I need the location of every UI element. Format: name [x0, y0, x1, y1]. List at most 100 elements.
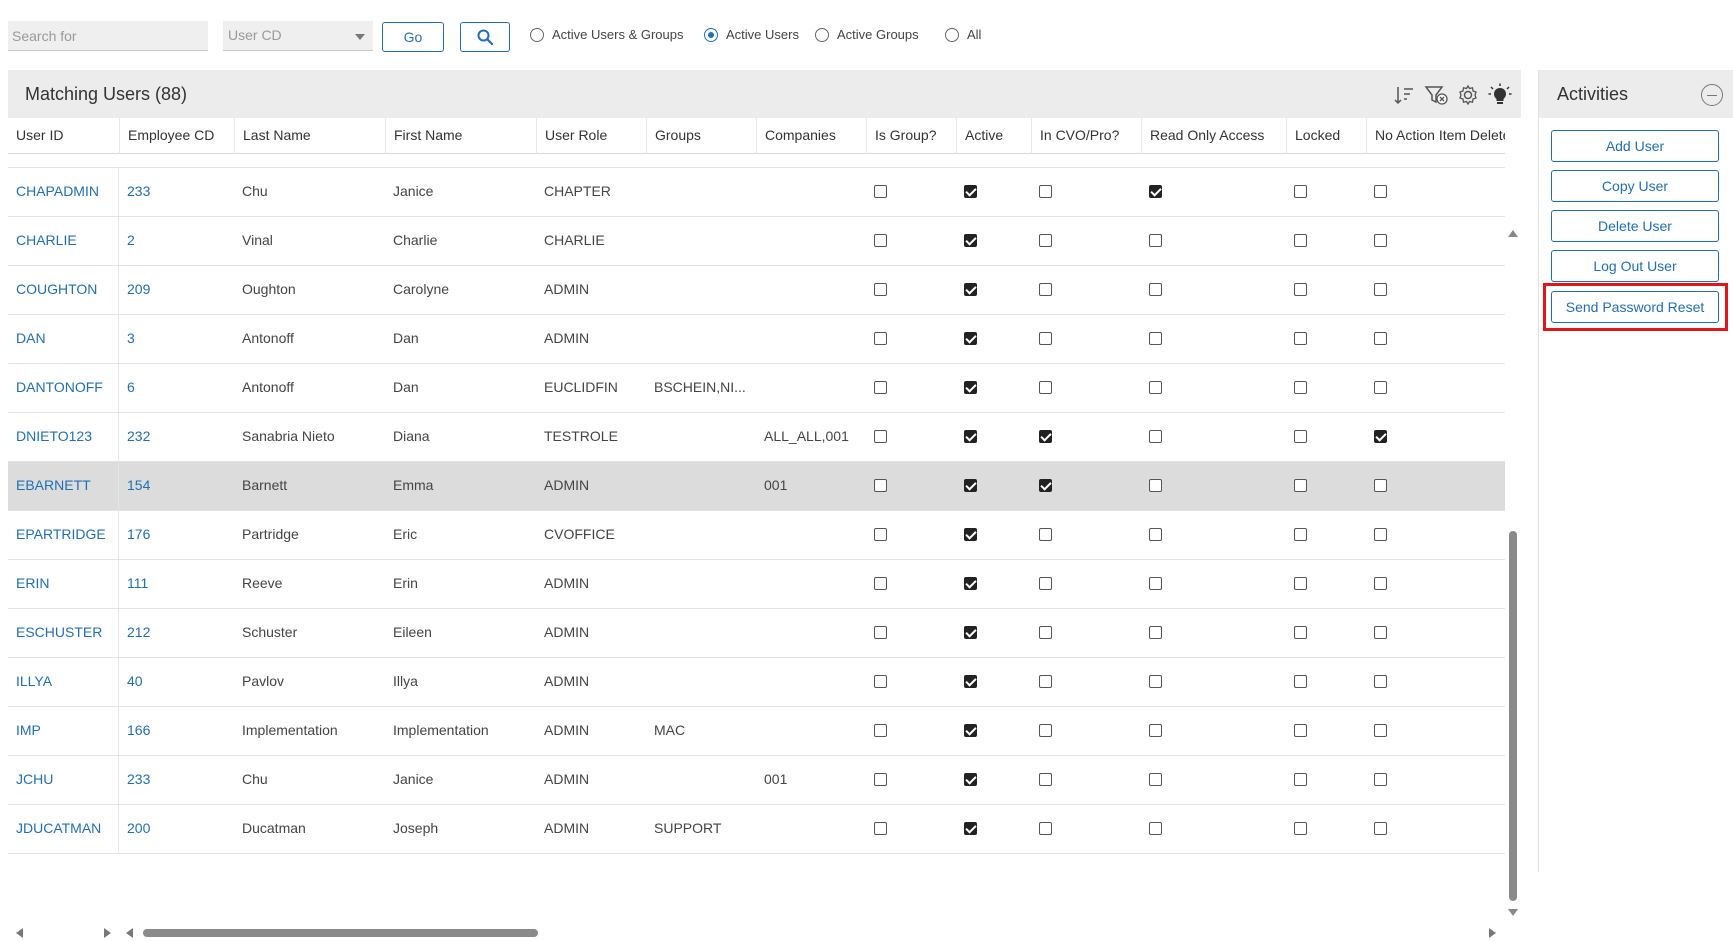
read-only-checkbox[interactable]: [1149, 724, 1162, 737]
locked-checkbox[interactable]: [1294, 822, 1307, 835]
no-action-delete-checkbox[interactable]: [1374, 283, 1387, 296]
add-user-button[interactable]: Add User: [1551, 130, 1719, 162]
user-id-cell[interactable]: ILLYA: [8, 658, 119, 707]
read-only-checkbox[interactable]: [1149, 528, 1162, 541]
employee-cd-cell[interactable]: 233: [119, 756, 234, 805]
in-cvo-checkbox[interactable]: [1039, 381, 1052, 394]
log-out-user-button[interactable]: Log Out User: [1551, 250, 1719, 282]
filter-all[interactable]: All: [945, 27, 981, 42]
in-cvo-checkbox[interactable]: [1039, 283, 1052, 296]
employee-cd-cell[interactable]: 232: [119, 413, 234, 462]
sort-icon[interactable]: [1391, 82, 1417, 108]
user-id-cell[interactable]: EBARNETT: [8, 462, 119, 511]
read-only-checkbox[interactable]: [1149, 626, 1162, 639]
horizontal-scrollbar[interactable]: [8, 924, 1505, 942]
active-checkbox[interactable]: [964, 234, 977, 247]
active-checkbox[interactable]: [964, 479, 977, 492]
copy-user-button[interactable]: Copy User: [1551, 170, 1719, 202]
locked-checkbox[interactable]: [1294, 528, 1307, 541]
user-id-cell[interactable]: IMP: [8, 707, 119, 756]
in-cvo-checkbox[interactable]: [1039, 724, 1052, 737]
user-id-cell[interactable]: COUGHTON: [8, 266, 119, 315]
active-checkbox[interactable]: [964, 773, 977, 786]
is-group-checkbox[interactable]: [874, 332, 887, 345]
table-row[interactable]: JDUCATMAN 200 Ducatman Joseph ADMIN SUPPORT: [8, 805, 1505, 854]
read-only-checkbox[interactable]: [1149, 675, 1162, 688]
column-header-groups[interactable]: Groups: [646, 118, 756, 154]
horizontal-scrollbar-thumb[interactable]: [143, 929, 538, 937]
is-group-checkbox[interactable]: [874, 430, 887, 443]
is-group-checkbox[interactable]: [874, 185, 887, 198]
settings-gear-icon[interactable]: [1455, 82, 1481, 108]
no-action-delete-checkbox[interactable]: [1374, 675, 1387, 688]
employee-cd-cell[interactable]: 40: [119, 658, 234, 707]
filter-active-users[interactable]: Active Users: [704, 27, 799, 42]
table-row[interactable]: ESCHUSTER 212 Schuster Eileen ADMIN: [8, 609, 1505, 658]
no-action-delete-checkbox[interactable]: [1374, 234, 1387, 247]
is-group-checkbox[interactable]: [874, 822, 887, 835]
in-cvo-checkbox[interactable]: [1039, 430, 1052, 443]
table-row[interactable]: IMP 166 Implementation Implementation ADMIN M…: [8, 707, 1505, 756]
user-id-cell[interactable]: JCHU: [8, 756, 119, 805]
scroll-right-arrow-icon[interactable]: [1489, 928, 1496, 938]
user-id-cell[interactable]: DNIETO123: [8, 413, 119, 462]
lightbulb-icon[interactable]: [1487, 82, 1513, 108]
scroll-up-arrow-icon[interactable]: [1508, 230, 1518, 237]
table-row[interactable]: CHAPADMIN 233 Chu Janice CHAPTER: [8, 168, 1505, 217]
employee-cd-cell[interactable]: 200: [119, 805, 234, 854]
no-action-delete-checkbox[interactable]: [1374, 822, 1387, 835]
table-row[interactable]: CHARLIE 2 Vinal Charlie CHARLIE: [8, 217, 1505, 266]
no-action-delete-checkbox[interactable]: [1374, 773, 1387, 786]
is-group-checkbox[interactable]: [874, 626, 887, 639]
column-header-is-group[interactable]: Is Group?: [866, 118, 956, 154]
in-cvo-checkbox[interactable]: [1039, 626, 1052, 639]
active-checkbox[interactable]: [964, 332, 977, 345]
user-id-cell[interactable]: ESCHUSTER: [8, 609, 119, 658]
user-id-cell[interactable]: EPARTRIDGE: [8, 511, 119, 560]
employee-cd-cell[interactable]: 233: [119, 168, 234, 217]
read-only-checkbox[interactable]: [1149, 332, 1162, 345]
is-group-checkbox[interactable]: [874, 528, 887, 541]
filter-active-users-groups[interactable]: Active Users & Groups: [530, 27, 684, 42]
user-id-cell[interactable]: CHAPADMIN: [8, 168, 119, 217]
table-row[interactable]: JCHU 233 Chu Janice ADMIN 001: [8, 756, 1505, 805]
locked-checkbox[interactable]: [1294, 577, 1307, 590]
active-checkbox[interactable]: [964, 822, 977, 835]
employee-cd-cell[interactable]: 166: [119, 707, 234, 756]
in-cvo-checkbox[interactable]: [1039, 773, 1052, 786]
no-action-delete-checkbox[interactable]: [1374, 724, 1387, 737]
locked-checkbox[interactable]: [1294, 675, 1307, 688]
locked-checkbox[interactable]: [1294, 430, 1307, 443]
user-id-cell[interactable]: JDUCATMAN: [8, 805, 119, 854]
in-cvo-checkbox[interactable]: [1039, 675, 1052, 688]
column-header-in-cvo[interactable]: In CVO/Pro?: [1031, 118, 1141, 154]
no-action-delete-checkbox[interactable]: [1374, 626, 1387, 639]
user-id-cell[interactable]: DAN: [8, 315, 119, 364]
read-only-checkbox[interactable]: [1149, 381, 1162, 394]
locked-checkbox[interactable]: [1294, 479, 1307, 492]
in-cvo-checkbox[interactable]: [1039, 528, 1052, 541]
go-button[interactable]: Go: [382, 22, 444, 52]
search-button[interactable]: [460, 22, 510, 52]
column-header-no-action-delete[interactable]: No Action Item Delete: [1366, 118, 1505, 154]
locked-checkbox[interactable]: [1294, 381, 1307, 394]
employee-cd-cell[interactable]: 6: [119, 364, 234, 413]
search-field-select[interactable]: User CD: [223, 21, 373, 51]
is-group-checkbox[interactable]: [874, 381, 887, 394]
read-only-checkbox[interactable]: [1149, 479, 1162, 492]
locked-checkbox[interactable]: [1294, 234, 1307, 247]
in-cvo-checkbox[interactable]: [1039, 479, 1052, 492]
is-group-checkbox[interactable]: [874, 577, 887, 590]
active-checkbox[interactable]: [964, 283, 977, 296]
table-row[interactable]: EBARNETT 154 Barnett Emma ADMIN 001: [8, 462, 1505, 511]
column-header-employee-cd[interactable]: Employee CD: [119, 118, 234, 154]
scroll-left-arrow-icon[interactable]: [126, 928, 133, 938]
in-cvo-checkbox[interactable]: [1039, 822, 1052, 835]
no-action-delete-checkbox[interactable]: [1374, 381, 1387, 394]
table-row[interactable]: COUGHTON 209 Oughton Carolyne ADMIN: [8, 266, 1505, 315]
is-group-checkbox[interactable]: [874, 479, 887, 492]
read-only-checkbox[interactable]: [1149, 283, 1162, 296]
no-action-delete-checkbox[interactable]: [1374, 479, 1387, 492]
active-checkbox[interactable]: [964, 724, 977, 737]
column-header-read-only[interactable]: Read Only Access: [1141, 118, 1286, 154]
